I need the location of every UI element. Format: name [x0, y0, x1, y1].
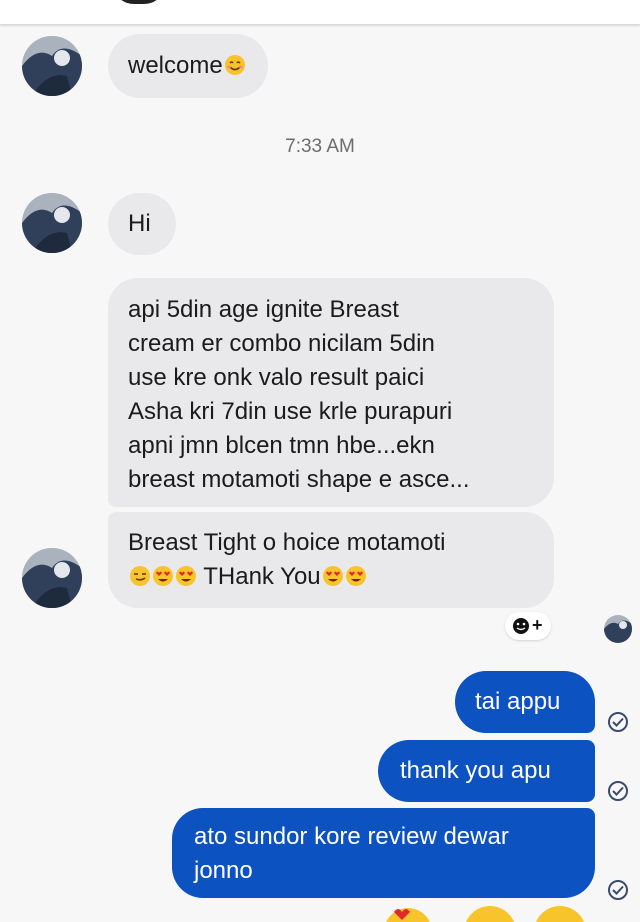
- message-line: THank You: [128, 560, 538, 594]
- message-outgoing[interactable]: tai appu: [455, 671, 595, 733]
- message-incoming[interactable]: welcome: [108, 34, 268, 98]
- message-line: Breast Tight o hoice motamoti: [128, 529, 446, 556]
- avatar-image-icon: [604, 615, 632, 643]
- smiling-face-emoji: [224, 55, 245, 75]
- contact-avatar[interactable]: [22, 193, 82, 253]
- message-incoming[interactable]: Hi: [108, 193, 176, 255]
- header-avatar-edge: [112, 0, 166, 4]
- message-text: tai appu: [475, 688, 561, 715]
- message-text: thank you apu: [400, 757, 551, 784]
- message-text: THank You: [203, 563, 321, 590]
- heart-eyes-emoji: [322, 566, 343, 586]
- message-text: welcome: [128, 52, 223, 79]
- message-outgoing[interactable]: thank you apu: [378, 740, 595, 802]
- message-line: api 5din age ignite Breast: [128, 296, 399, 323]
- seen-avatar: [604, 615, 632, 643]
- message-line: Asha kri 7din use krle purapuri: [128, 398, 453, 425]
- message-line: jonno: [194, 857, 253, 884]
- message-line: use kre onk valo result paici: [128, 364, 425, 391]
- delivered-check-icon: [608, 781, 628, 801]
- message-line: ato sundor kore review dewar: [194, 823, 509, 850]
- heart-eyes-emoji: [176, 566, 196, 586]
- message-timestamp: 7:33 AM: [285, 136, 355, 157]
- smirk-face-emoji: [130, 566, 150, 586]
- heart-eyes-emoji: [153, 566, 173, 586]
- message-line: apni jmn blcen tmn hbe...ekn: [128, 432, 435, 459]
- message-incoming[interactable]: Breast Tight o hoice motamoti THank You: [108, 512, 554, 608]
- message-line: cream er combo nicilam 5din: [128, 330, 435, 357]
- contact-avatar[interactable]: [22, 36, 82, 96]
- delivered-check-icon: [608, 880, 628, 900]
- message-text: Hi: [128, 210, 151, 237]
- avatar-image-icon: [22, 193, 82, 253]
- avatar-image-icon: [22, 548, 82, 608]
- add-reaction-button[interactable]: +: [505, 612, 551, 640]
- add-reaction-icon: [513, 618, 529, 634]
- header-bar: [0, 0, 640, 24]
- add-reaction-plus: +: [532, 615, 543, 635]
- bottom-emoji-row: [380, 900, 640, 922]
- heart-eyes-emoji: [345, 566, 366, 586]
- contact-avatar[interactable]: [22, 548, 82, 608]
- message-line: breast motamoti shape e asce...: [128, 466, 470, 493]
- avatar-image-icon: [22, 36, 82, 96]
- message-outgoing[interactable]: ato sundor kore review dewar jonno: [172, 808, 595, 898]
- delivered-check-icon: [608, 712, 628, 732]
- emoji-row-icon: [386, 906, 584, 922]
- message-incoming[interactable]: api 5din age ignite Breast cream er comb…: [108, 278, 554, 507]
